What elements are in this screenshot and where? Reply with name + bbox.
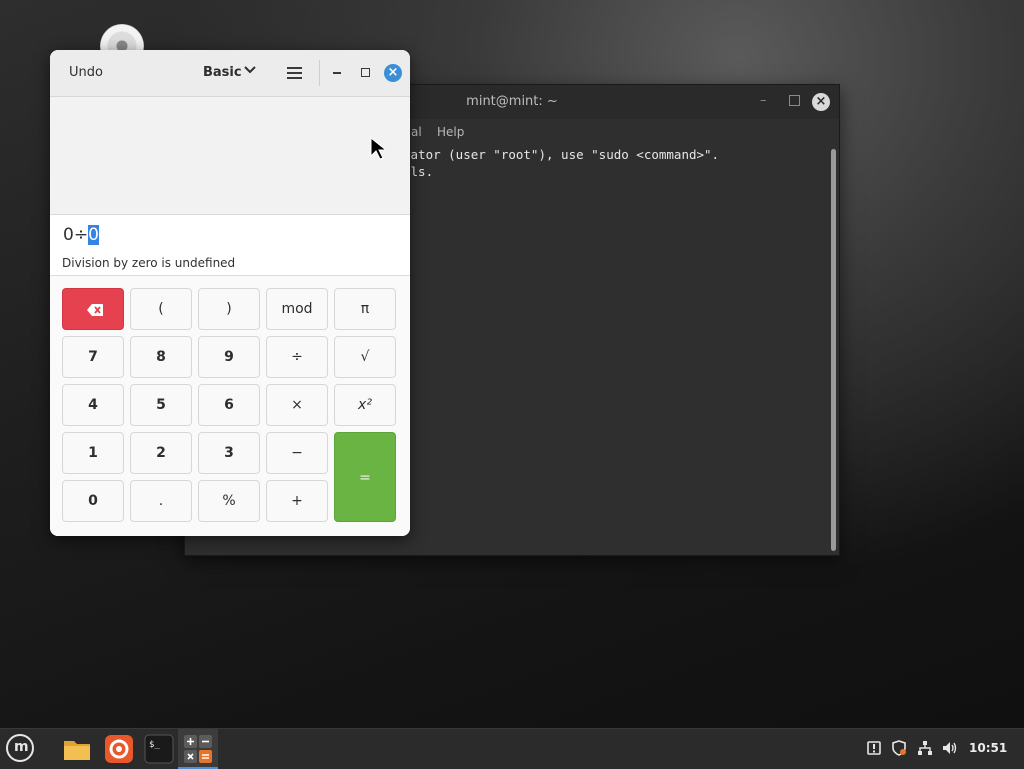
firefox-icon[interactable]	[104, 734, 134, 764]
digit-5-button[interactable]: 5	[130, 384, 192, 426]
chevron-down-icon[interactable]	[243, 63, 257, 77]
terminal-minimize-icon[interactable]: –	[760, 93, 767, 108]
multiply-button[interactable]: ×	[266, 384, 328, 426]
calculator-display[interactable]: 0÷0 Division by zero is undefined	[50, 215, 410, 276]
terminal-icon[interactable]: $_	[144, 734, 174, 764]
update-manager-icon[interactable]	[866, 740, 882, 756]
digit-0-button[interactable]: 0	[62, 480, 124, 522]
right-paren-button[interactable]: )	[198, 288, 260, 330]
digit-7-button[interactable]: 7	[62, 336, 124, 378]
expression-selection: 0	[88, 225, 99, 245]
header-separator	[319, 60, 320, 86]
left-paren-button[interactable]: (	[130, 288, 192, 330]
calculator-icon[interactable]	[183, 734, 213, 764]
mouse-pointer-icon	[370, 137, 388, 160]
equals-button[interactable]: =	[334, 432, 396, 522]
clock[interactable]: 10:51	[969, 741, 1007, 755]
volume-icon[interactable]	[942, 740, 958, 756]
error-message: Division by zero is undefined	[62, 256, 236, 270]
sqrt-button[interactable]: √	[334, 336, 396, 378]
digit-9-button[interactable]: 9	[198, 336, 260, 378]
network-icon[interactable]	[917, 740, 933, 756]
percent-button[interactable]: %	[198, 480, 260, 522]
digit-3-button[interactable]: 3	[198, 432, 260, 474]
expression-text: 0÷	[63, 225, 89, 245]
terminal-scrollbar[interactable]	[831, 149, 836, 551]
desktop: mint@mint: ~ – × al Help rator (user "ro…	[0, 0, 1024, 728]
calculator-window[interactable]: Undo Basic × 0÷0 Division by zero is und…	[50, 50, 410, 536]
folder-icon[interactable]	[62, 734, 92, 764]
terminal-maximize-icon[interactable]	[789, 95, 800, 106]
digit-4-button[interactable]: 4	[62, 384, 124, 426]
digit-6-button[interactable]: 6	[198, 384, 260, 426]
digit-2-button[interactable]: 2	[130, 432, 192, 474]
square-button[interactable]: x²	[334, 384, 396, 426]
digit-8-button[interactable]: 8	[130, 336, 192, 378]
keypad: ( ) mod π 7 8 9 ÷ √ 4 5 6 × x² 1 2 3 − =…	[50, 276, 410, 536]
terminal-menu-help[interactable]: Help	[437, 125, 464, 139]
pi-button[interactable]: π	[334, 288, 396, 330]
expression-input[interactable]: 0÷0	[63, 225, 99, 245]
minimize-icon[interactable]	[333, 72, 341, 74]
minus-button[interactable]: −	[266, 432, 328, 474]
calculator-headerbar: Undo Basic ×	[50, 50, 410, 97]
divide-button[interactable]: ÷	[266, 336, 328, 378]
linux-mint-menu-icon[interactable]: m	[6, 734, 34, 762]
mod-button[interactable]: mod	[266, 288, 328, 330]
terminal-close-icon[interactable]: ×	[812, 93, 830, 111]
undo-button[interactable]: Undo	[69, 65, 103, 80]
plus-button[interactable]: +	[266, 480, 328, 522]
mode-selector[interactable]: Basic	[203, 65, 242, 80]
decimal-point-button[interactable]: .	[130, 480, 192, 522]
history-panel	[50, 97, 410, 215]
digit-1-button[interactable]: 1	[62, 432, 124, 474]
close-icon[interactable]: ×	[384, 64, 402, 82]
hamburger-menu-icon[interactable]	[287, 67, 302, 79]
terminal-menu-terminal[interactable]: al	[411, 125, 422, 139]
backspace-button[interactable]	[62, 288, 124, 330]
taskbar: m $_ 10:51	[0, 728, 1024, 769]
shield-icon[interactable]	[891, 740, 907, 756]
terminal-line: rator (user "root"), use "sudo <command>…	[403, 147, 720, 162]
backspace-icon	[87, 304, 103, 316]
maximize-icon[interactable]	[361, 68, 370, 77]
svg-text:$_: $_	[149, 740, 160, 750]
